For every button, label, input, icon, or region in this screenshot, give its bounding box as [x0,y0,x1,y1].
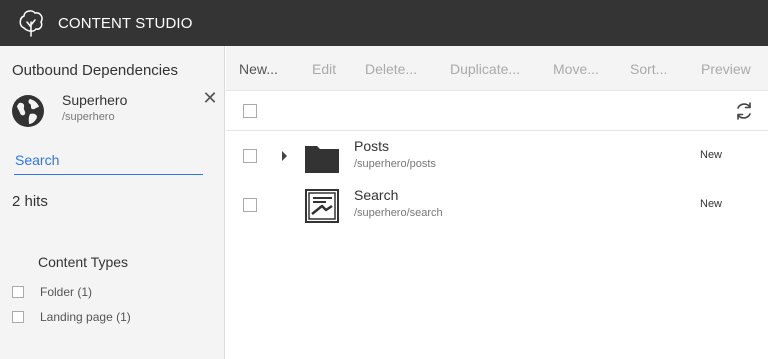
hits-count: 2 hits [12,193,48,210]
row-name[interactable]: Search [354,187,398,203]
landing-page-filter-label: Landing page (1) [40,310,131,324]
content-row-search[interactable]: Search /superhero/search New [226,180,768,224]
app-title: CONTENT STUDIO [58,15,193,32]
close-dependencies-button[interactable]: ✕ [200,88,220,108]
dependency-item-path: /superhero [62,111,115,123]
new-button[interactable]: New... [239,61,278,77]
row-checkbox[interactable] [243,198,257,212]
row-path: /superhero/posts [354,158,436,170]
folder-icon [305,146,339,173]
refresh-icon[interactable] [734,101,754,121]
row-checkbox[interactable] [243,149,257,163]
globe-icon [12,95,44,127]
filter-panel: Outbound Dependencies Superhero /superhe… [0,46,225,359]
select-all-checkbox[interactable] [243,104,257,118]
grid-header [226,91,768,131]
status-badge: New [700,149,723,161]
folder-filter-label: Folder (1) [40,285,93,299]
filter-panel-title: Outbound Dependencies [12,62,178,79]
folder-filter-checkbox[interactable] [12,286,24,298]
row-name[interactable]: Posts [354,138,389,154]
duplicate-button[interactable]: Duplicate... [450,61,520,77]
delete-button[interactable]: Delete... [365,61,417,77]
move-button[interactable]: Move... [553,61,599,77]
landing-page-icon [305,189,339,223]
search-input[interactable] [14,145,203,175]
expand-arrow-icon[interactable] [282,151,287,161]
content-row-posts[interactable]: Posts /superhero/posts New [226,131,768,175]
content-type-filter-landing-page[interactable]: Landing page (1) [12,309,131,325]
content-type-filter-folder[interactable]: Folder (1) [12,284,92,300]
app-header: CONTENT STUDIO [0,0,768,46]
content-toolbar: New... Edit Delete... Duplicate... Move.… [226,46,768,91]
preview-button[interactable]: Preview [701,61,751,77]
edit-button[interactable]: Edit [312,61,336,77]
landing-page-filter-checkbox[interactable] [12,311,24,323]
tree-logo-icon[interactable] [16,8,46,38]
content-types-title: Content Types [38,254,129,270]
sort-button[interactable]: Sort... [630,61,667,77]
dependency-item-name: Superhero [62,92,128,108]
row-path: /superhero/search [354,207,443,219]
status-badge: New [700,198,723,210]
